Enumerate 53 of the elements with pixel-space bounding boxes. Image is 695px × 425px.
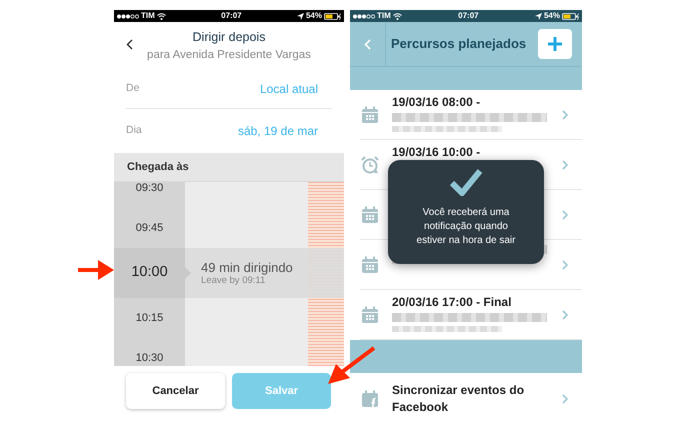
back-icon	[126, 38, 132, 50]
leave-by-time: Leave by 09:11	[201, 274, 266, 286]
pointer-arrow	[326, 346, 376, 386]
signal-icon	[117, 14, 139, 18]
wifi-icon	[392, 12, 402, 20]
calendar-icon	[361, 206, 379, 224]
plus-icon	[547, 36, 563, 52]
toast-message: Você receberá uma notificação quando estiver na hora de sair	[416, 206, 516, 248]
drive-duration: 49 min dirigindo	[201, 260, 294, 274]
pointer-arrow	[78, 258, 114, 282]
battery-icon	[562, 12, 579, 20]
battery-percent: 54%	[544, 10, 560, 22]
carrier-name: TIM	[377, 10, 391, 22]
screen-title: Dirigir depois	[192, 29, 266, 45]
trip-title: 19/03/16 08:00 -	[392, 95, 482, 109]
location-icon	[534, 12, 542, 20]
chevron-right-icon	[562, 160, 568, 170]
chevron-right-icon	[562, 210, 568, 220]
battery-percent: 54%	[306, 10, 322, 22]
alarm-clock-icon	[361, 156, 379, 174]
trip-item[interactable]: 20/03/16 17:00 - Final	[360, 290, 582, 340]
chevron-right-icon	[562, 310, 568, 320]
field-label: Dia	[126, 123, 142, 138]
signal-icon	[353, 14, 375, 18]
trip-title: 20/03/16 17:00 - Final	[392, 295, 512, 309]
status-time: 07:07	[458, 10, 479, 22]
field-label: De	[126, 81, 140, 96]
time-option[interactable]: 09:45	[136, 220, 164, 236]
carrier-name: TIM	[141, 10, 155, 22]
back-icon	[364, 38, 371, 50]
cancel-button[interactable]: Cancelar	[126, 373, 225, 409]
chevron-right-icon	[562, 260, 568, 270]
picker-heading: Chegada às	[126, 160, 189, 175]
screen-subtitle: para Avenida Presidente Vargas	[147, 48, 311, 63]
facebook-sync-item[interactable]: Sincronizar eventos do Facebook	[360, 373, 582, 425]
trip-item[interactable]: 19/03/16 08:00 -	[360, 90, 582, 140]
trip-title: 19/03/16 10:00 -	[392, 145, 482, 159]
status-time: 07:07	[221, 10, 242, 22]
checkmark-icon	[449, 168, 483, 196]
facebook-calendar-icon	[361, 390, 379, 408]
calendar-icon	[361, 256, 379, 274]
time-option[interactable]: 10:15	[136, 310, 164, 326]
chevron-right-icon	[562, 394, 568, 404]
calendar-icon	[361, 306, 379, 324]
location-icon	[296, 12, 304, 20]
battery-icon	[324, 12, 341, 20]
sync-label: Sincronizar eventos do Facebook	[391, 382, 526, 416]
add-button[interactable]	[538, 29, 572, 59]
wifi-icon	[156, 12, 166, 20]
picker-row-selected[interactable]: 10:00 49 min dirigindo Leave by 09:11	[114, 248, 344, 298]
calendar-icon	[361, 106, 379, 124]
chevron-right-icon	[562, 110, 568, 120]
screen-title: Percursos planejados	[390, 35, 526, 54]
